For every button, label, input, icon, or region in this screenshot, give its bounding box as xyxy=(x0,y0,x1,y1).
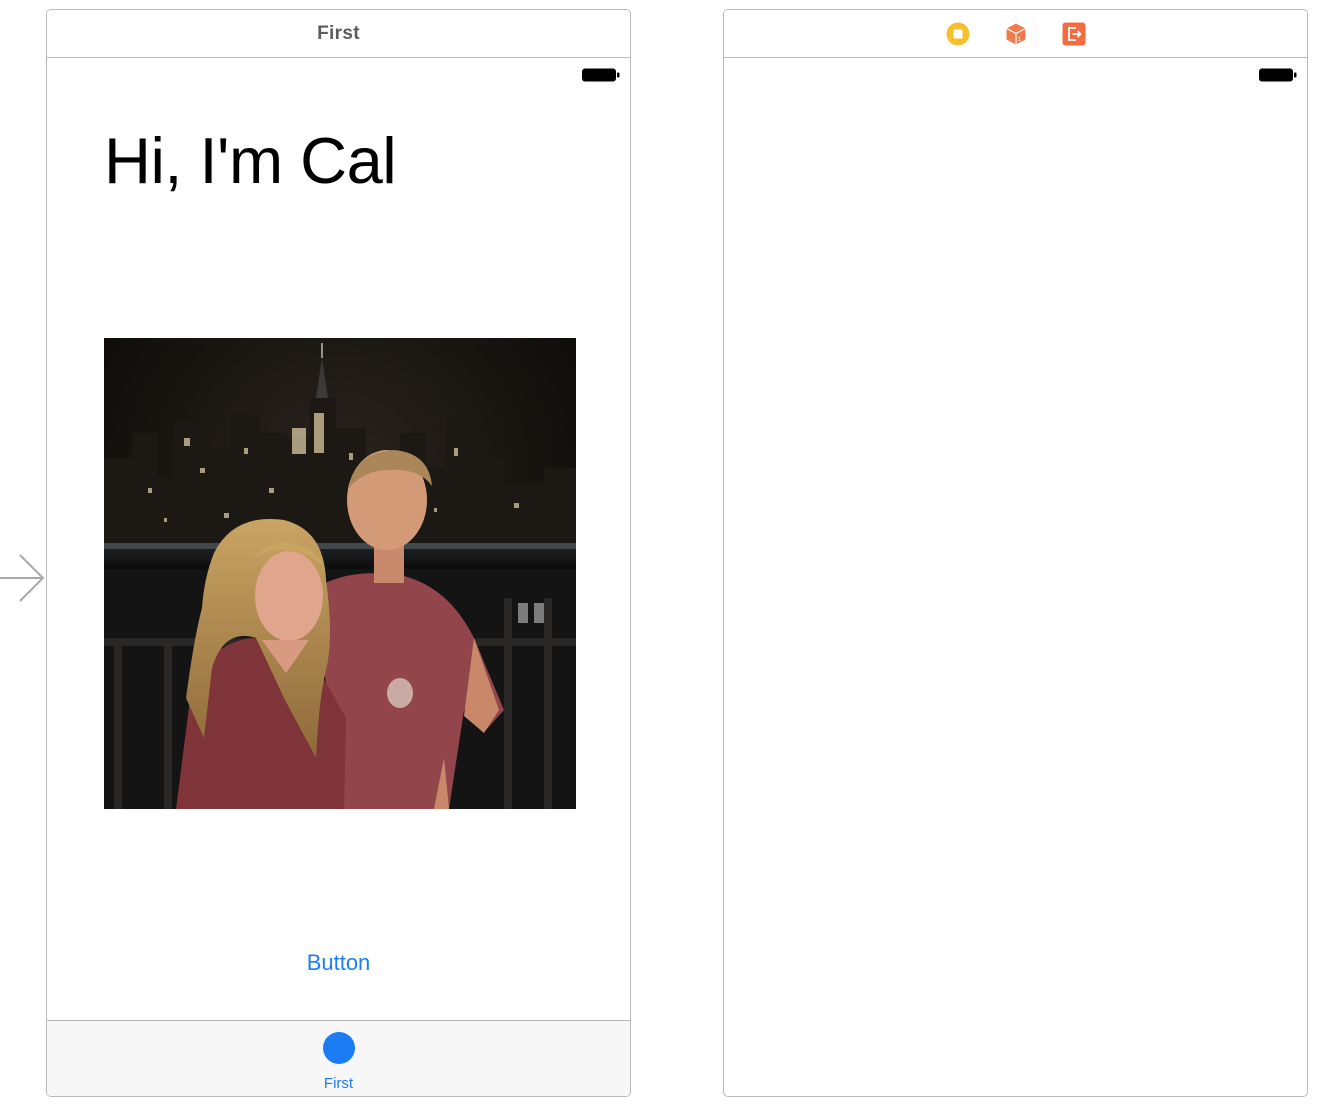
tab-first-label: First xyxy=(323,1075,354,1092)
first-responder-icon[interactable]: 1 xyxy=(1004,22,1028,46)
scene-title: First xyxy=(317,22,360,44)
scene-dock-icons: 1 xyxy=(946,22,1086,46)
exit-icon[interactable] xyxy=(1062,22,1086,46)
initial-view-controller-arrow-icon xyxy=(0,554,45,602)
button[interactable]: Button xyxy=(47,950,630,976)
photo-image-view[interactable] xyxy=(104,338,576,809)
svg-text:1: 1 xyxy=(1017,36,1021,43)
heading-label[interactable]: Hi, I'm Cal xyxy=(104,128,397,193)
tab-first-icon xyxy=(322,1032,355,1064)
tab-bar: First xyxy=(47,1020,630,1096)
view-controller-icon[interactable] xyxy=(946,22,970,46)
battery-icon xyxy=(582,68,620,82)
tab-first[interactable]: First xyxy=(47,1021,630,1096)
scene-dock[interactable]: 1 xyxy=(724,10,1307,58)
battery-icon xyxy=(1259,68,1297,82)
storyboard-canvas: First Hi, I'm Cal Button First 1 xyxy=(0,0,1340,1118)
second-scene[interactable]: 1 xyxy=(723,9,1308,1097)
photo-image xyxy=(104,338,576,809)
scene-title-bar[interactable]: First xyxy=(47,10,630,58)
first-scene[interactable]: First Hi, I'm Cal Button First xyxy=(46,9,631,1097)
